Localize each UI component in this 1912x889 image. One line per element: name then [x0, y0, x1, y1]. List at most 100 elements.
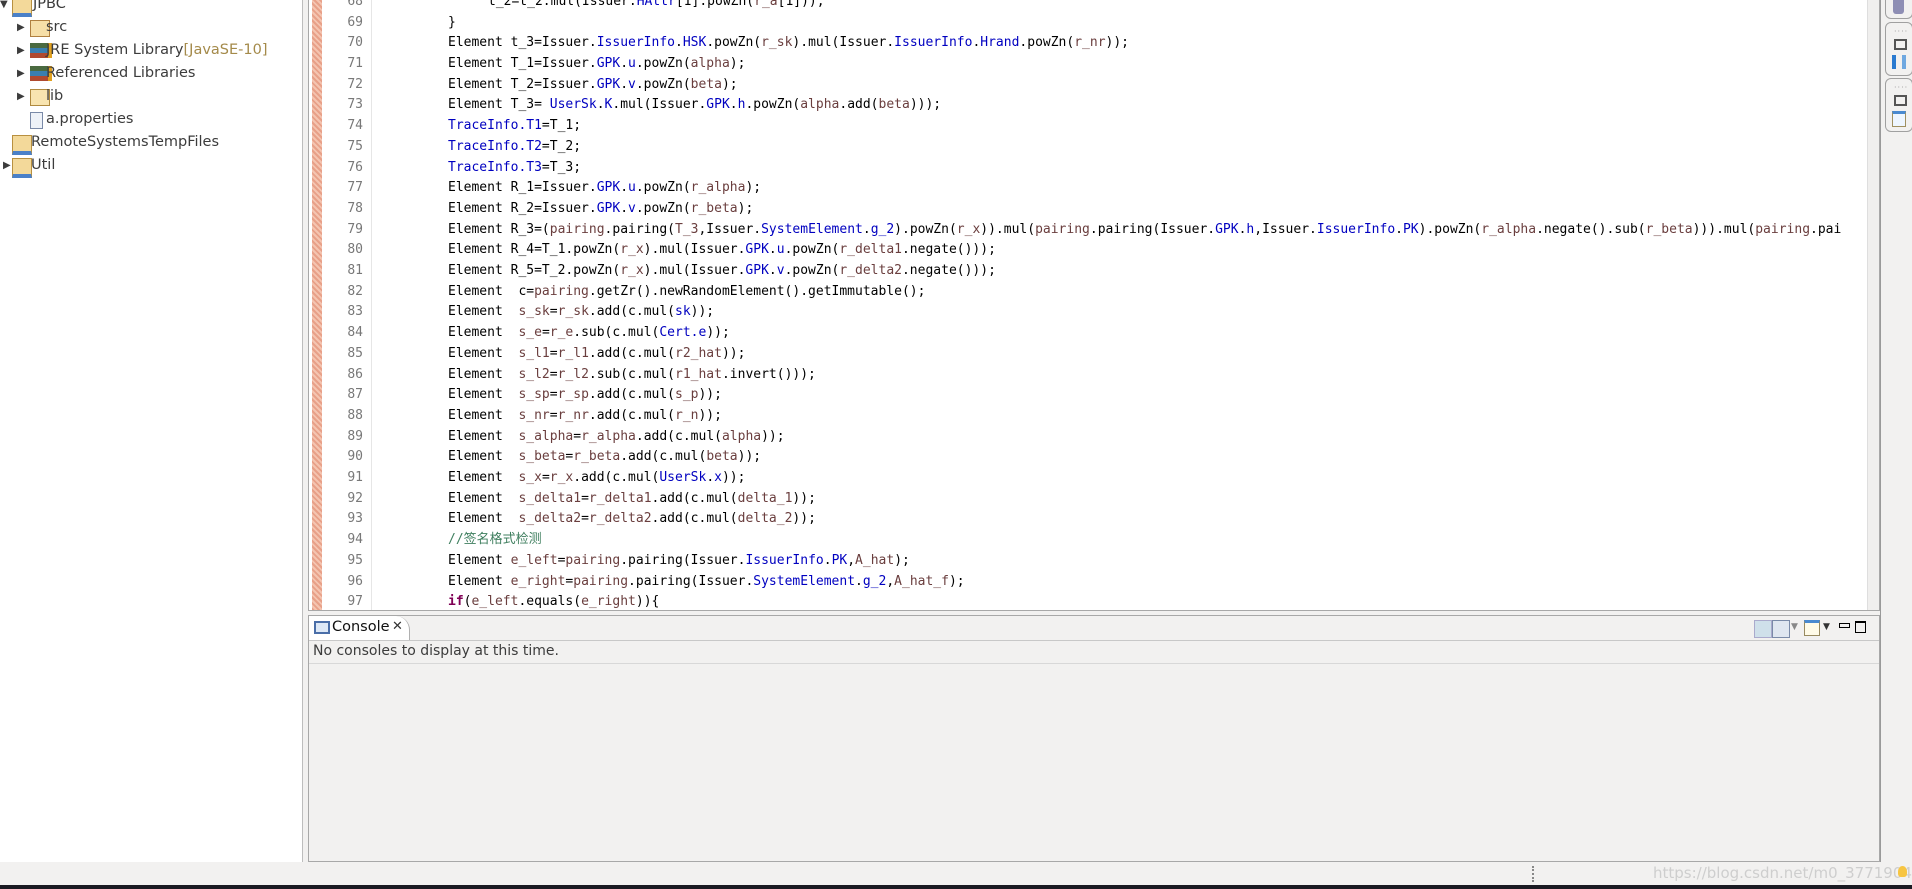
- code-token: .: [620, 56, 629, 72]
- code-token: Element: [448, 490, 519, 506]
- code-token: .powZn(: [635, 200, 691, 216]
- code-line[interactable]: //签名格式检测: [448, 530, 542, 551]
- code-line[interactable]: Element R_4=T_1.powZn(r_x).mul(Issuer.GP…: [448, 240, 996, 261]
- code-token: PK: [1402, 221, 1419, 237]
- chevron-right-icon[interactable]: ▶: [17, 62, 25, 85]
- code-token: r_x: [549, 470, 574, 486]
- tree-item[interactable]: ▶ JRE System Library[JavaSE-10]: [0, 39, 300, 62]
- code-token: .: [620, 200, 629, 216]
- chevron-down-icon[interactable]: ▼: [1823, 622, 1830, 632]
- console-message: No consoles to display at this time.: [313, 643, 559, 659]
- restore-icon[interactable]: [1894, 39, 1907, 50]
- tree-item[interactable]: a.properties: [0, 108, 300, 131]
- chevron-right-icon[interactable]: ▶: [3, 154, 11, 177]
- vertical-scrollbar[interactable]: [1867, 0, 1879, 610]
- code-token: =: [573, 428, 582, 444]
- code-token: .add(: [839, 97, 879, 113]
- code-line[interactable]: Element R_3=(pairing.pairing(T_3,Issuer.…: [448, 220, 1841, 241]
- code-token: .add(c.mul(: [588, 304, 675, 320]
- code-line[interactable]: TraceInfo.T3=T_3;: [448, 158, 581, 179]
- code-token: .pairing(: [604, 221, 675, 237]
- code-line[interactable]: Element s_l2=r_l2.sub(c.mul(r1_hat.inver…: [448, 365, 816, 386]
- code-line[interactable]: Element T_3= UserSk.K.mul(Issuer.GPK.h.p…: [448, 95, 941, 116]
- code-area[interactable]: t_2=t_2.mul(Issuer.HAttr[1].powZn(r_a[1]…: [309, 0, 1867, 610]
- code-token: r_l1: [557, 345, 589, 361]
- open-console-icon[interactable]: [1804, 620, 1820, 636]
- tree-item[interactable]: ▶ Referenced Libraries: [0, 62, 300, 85]
- code-token: Element R_3=(: [448, 221, 550, 237]
- code-token: );: [948, 573, 965, 589]
- code-line[interactable]: Element s_delta2=r_delta2.add(c.mul(delt…: [448, 509, 816, 530]
- code-token: pairing: [1035, 221, 1090, 237]
- code-line[interactable]: }: [448, 13, 456, 34]
- code-editor[interactable]: 68 69 70 71 72 73 74 75 76 77 78 79 80 81 82 83 84 85 86 87…: [308, 0, 1880, 611]
- drag-handle-icon[interactable]: [1532, 866, 1536, 882]
- code-line[interactable]: Element c=pairing.getZr().newRandomEleme…: [448, 282, 925, 303]
- code-line[interactable]: Element R_1=Issuer.GPK.u.powZn(r_alpha);: [448, 178, 761, 199]
- code-line[interactable]: Element s_sk=r_sk.add(c.mul(sk));: [448, 302, 714, 323]
- code-token: pairing: [534, 283, 589, 299]
- code-line[interactable]: if(e_left.equals(e_right)){: [448, 592, 659, 610]
- code-token: .: [862, 221, 871, 237]
- tree-item[interactable]: ▶ Util: [0, 154, 300, 178]
- code-line[interactable]: Element R_5=T_2.powZn(r_x).mul(Issuer.GP…: [448, 261, 996, 282]
- code-token: v: [628, 76, 636, 92]
- code-line[interactable]: Element s_nr=r_nr.add(c.mul(r_n));: [448, 406, 722, 427]
- code-token: .powZn(: [784, 242, 840, 258]
- code-line[interactable]: TraceInfo.T1=T_1;: [448, 116, 581, 137]
- restore-icon[interactable]: [1894, 95, 1907, 106]
- chevron-right-icon[interactable]: ▶: [17, 85, 25, 108]
- pin-console-icon[interactable]: [1754, 620, 1772, 638]
- chevron-right-icon[interactable]: ▶: [17, 16, 25, 39]
- code-line[interactable]: Element R_2=Issuer.GPK.v.powZn(r_beta);: [448, 199, 753, 220]
- window-view-icon[interactable]: [1892, 111, 1906, 127]
- tree-item[interactable]: ▶ lib: [0, 85, 300, 108]
- code-token: s_delta1: [518, 490, 582, 506]
- code-line[interactable]: Element T_1=Issuer.GPK.u.powZn(alpha);: [448, 54, 745, 75]
- chevron-down-icon[interactable]: ▼: [0, 0, 8, 16]
- chevron-down-icon[interactable]: ▼: [1791, 622, 1798, 632]
- tree-item[interactable]: RemoteSystemsTempFiles: [0, 131, 300, 155]
- chevron-right-icon[interactable]: ▶: [17, 39, 25, 62]
- code-token: delta_1: [737, 490, 793, 506]
- code-token: .: [620, 76, 629, 92]
- code-token: r1_hat: [675, 366, 722, 382]
- code-token: .getZr().newRandomElement().getImmutable…: [588, 283, 926, 299]
- code-line[interactable]: Element s_x=r_x.add(c.mul(UserSk.x));: [448, 468, 745, 489]
- code-line[interactable]: Element s_alpha=r_alpha.add(c.mul(alpha)…: [448, 427, 785, 448]
- drag-handle-icon[interactable]: ····: [1894, 83, 1908, 92]
- outline-view-icon[interactable]: [1893, 0, 1904, 14]
- code-line[interactable]: Element t_3=Issuer.IssuerInfo.HSK.powZn(…: [448, 33, 1129, 54]
- code-line[interactable]: Element s_sp=r_sp.add(c.mul(s_p));: [448, 385, 722, 406]
- code-token: =: [541, 470, 550, 486]
- maximize-icon[interactable]: [1855, 621, 1866, 633]
- lightbulb-icon[interactable]: [1898, 866, 1907, 877]
- code-line[interactable]: Element s_delta1=r_delta1.add(c.mul(delt…: [448, 489, 816, 510]
- task-list-icon[interactable]: [1892, 55, 1906, 69]
- code-line[interactable]: Element e_left=pairing.pairing(Issuer.Is…: [448, 551, 910, 572]
- close-icon[interactable]: ✕: [392, 619, 403, 634]
- code-token: .pairing(Issuer.: [1089, 221, 1216, 237]
- tree-item[interactable]: ▼ JPBC: [0, 0, 300, 17]
- drag-handle-icon[interactable]: ····: [1894, 27, 1908, 36]
- code-token: //签名格式检测: [448, 532, 542, 548]
- code-token: beta: [878, 97, 910, 113]
- tab-console[interactable]: Console ✕: [309, 616, 410, 640]
- code-token: .negate().sub(: [1536, 221, 1646, 237]
- code-token: Element R_5=T_2.powZn(: [448, 263, 621, 279]
- code-token: SystemElement: [753, 573, 856, 589]
- code-token: Hrand: [980, 35, 1020, 51]
- code-line[interactable]: Element s_beta=r_beta.add(c.mul(beta));: [448, 447, 761, 468]
- code-line[interactable]: Element s_e=r_e.sub(c.mul(Cert.e));: [448, 323, 730, 344]
- code-line[interactable]: TraceInfo.T2=T_2;: [448, 137, 581, 158]
- code-token: pairing: [573, 573, 629, 589]
- code-token: .pairing(Issuer.: [620, 552, 746, 568]
- code-line[interactable]: Element s_l1=r_l1.add(c.mul(r2_hat));: [448, 344, 745, 365]
- code-line[interactable]: t_2=t_2.mul(Issuer.HAttr[1].powZn(r_a[1]…: [488, 0, 825, 13]
- tree-item[interactable]: ▶ src: [0, 16, 300, 39]
- minimize-icon[interactable]: [1839, 623, 1850, 628]
- code-line[interactable]: Element T_2=Issuer.GPK.v.powZn(beta);: [448, 75, 738, 96]
- display-console-icon[interactable]: [1772, 620, 1790, 638]
- code-line[interactable]: Element e_right=pairing.pairing(Issuer.S…: [448, 572, 965, 593]
- divider: [309, 663, 1879, 664]
